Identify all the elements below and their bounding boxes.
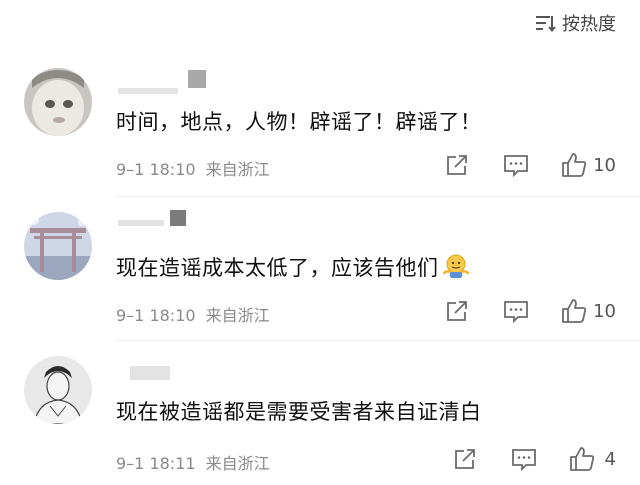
like-button[interactable]: 4	[569, 446, 616, 472]
like-count: 4	[604, 448, 616, 470]
reply-button[interactable]	[511, 447, 537, 471]
thumbs-up-icon	[569, 447, 594, 471]
comment-actions: 4	[453, 446, 616, 472]
comment-item: 现在被造谣都是需要受害者来自证清白 9–1 18:11 来自浙江 4	[0, 0, 640, 485]
comment-date: 9–1 18:11	[116, 454, 196, 473]
share-button[interactable]	[453, 447, 477, 471]
share-icon	[454, 449, 475, 469]
comment-meta: 9–1 18:11 来自浙江	[116, 450, 270, 474]
comment-icon	[511, 449, 536, 471]
username-redacted	[130, 366, 170, 380]
avatar[interactable]	[24, 356, 92, 424]
comment-text: 现在被造谣都是需要受害者来自证清白	[116, 400, 482, 424]
comment-location: 来自浙江	[205, 454, 270, 473]
